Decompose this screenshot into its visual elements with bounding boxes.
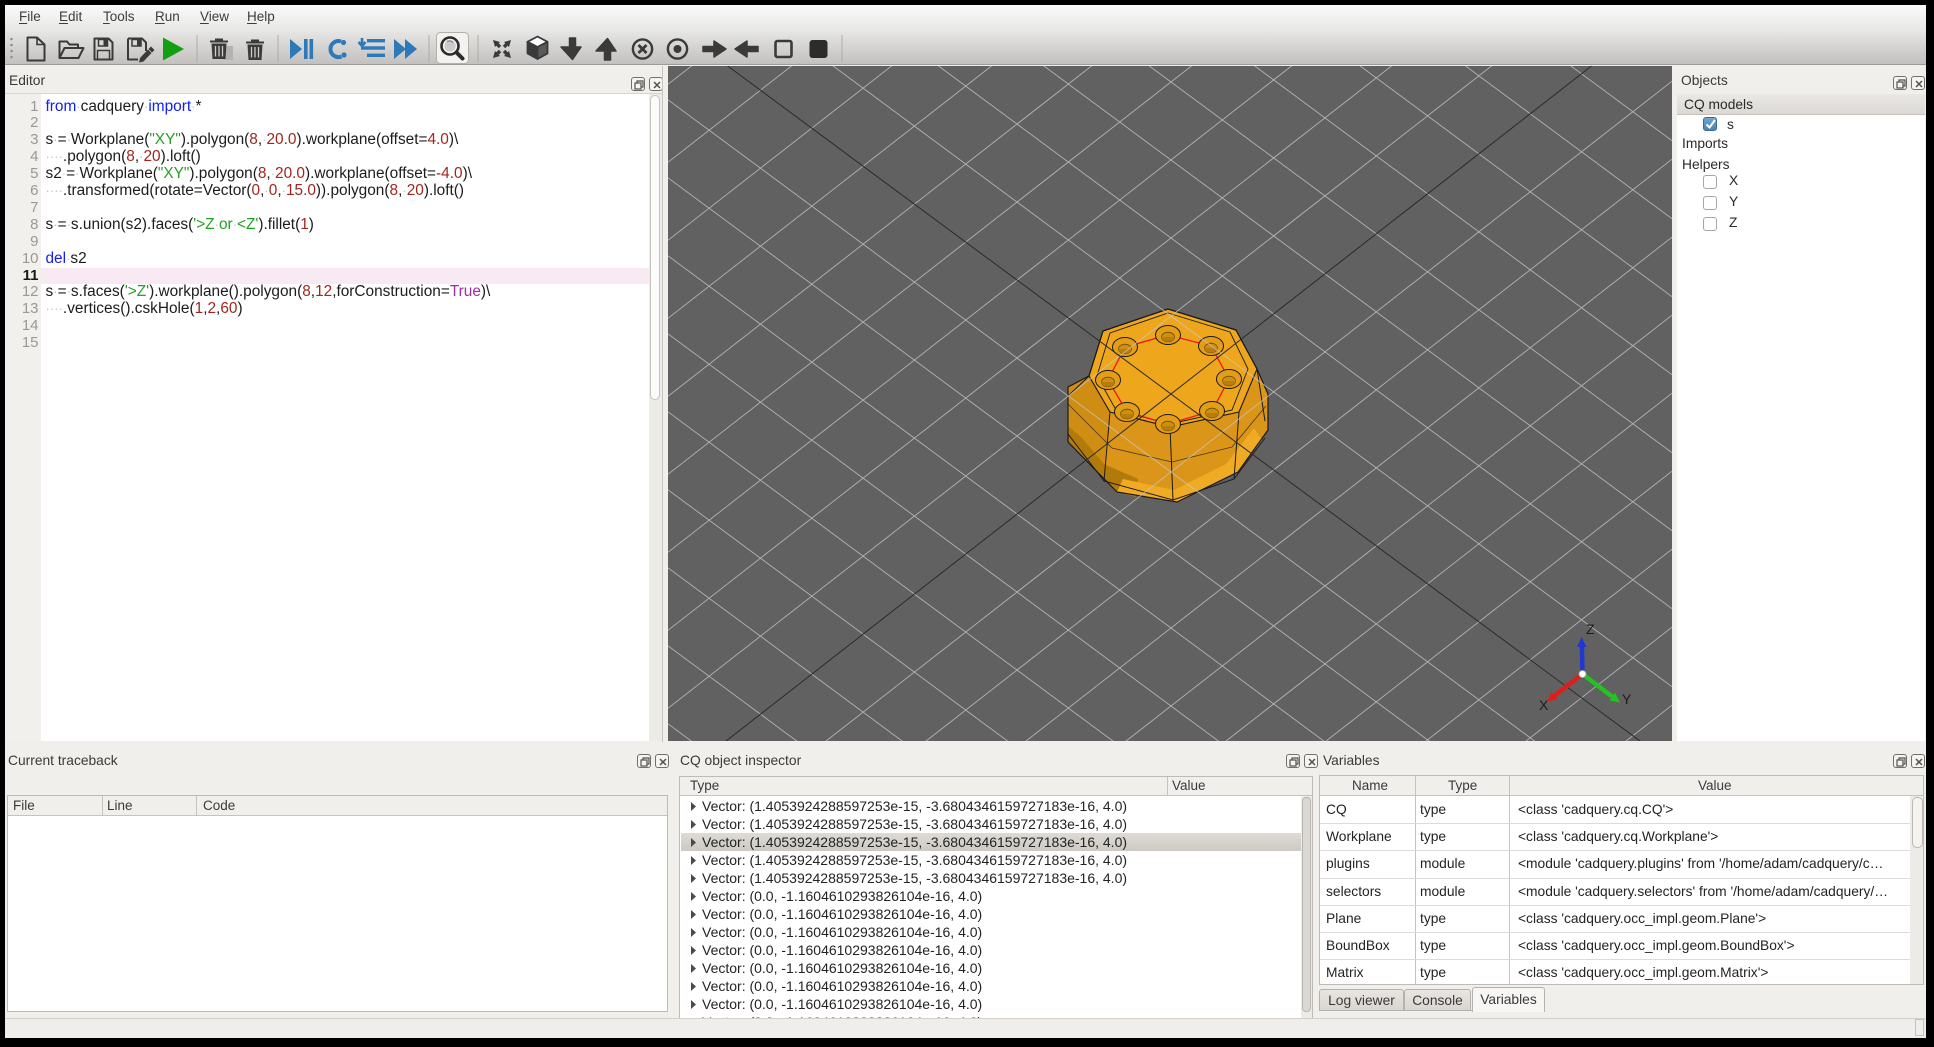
svg-text:Z: Z: [1586, 621, 1595, 637]
svg-text:X: X: [1539, 697, 1549, 713]
svg-text:Y: Y: [1622, 691, 1632, 707]
